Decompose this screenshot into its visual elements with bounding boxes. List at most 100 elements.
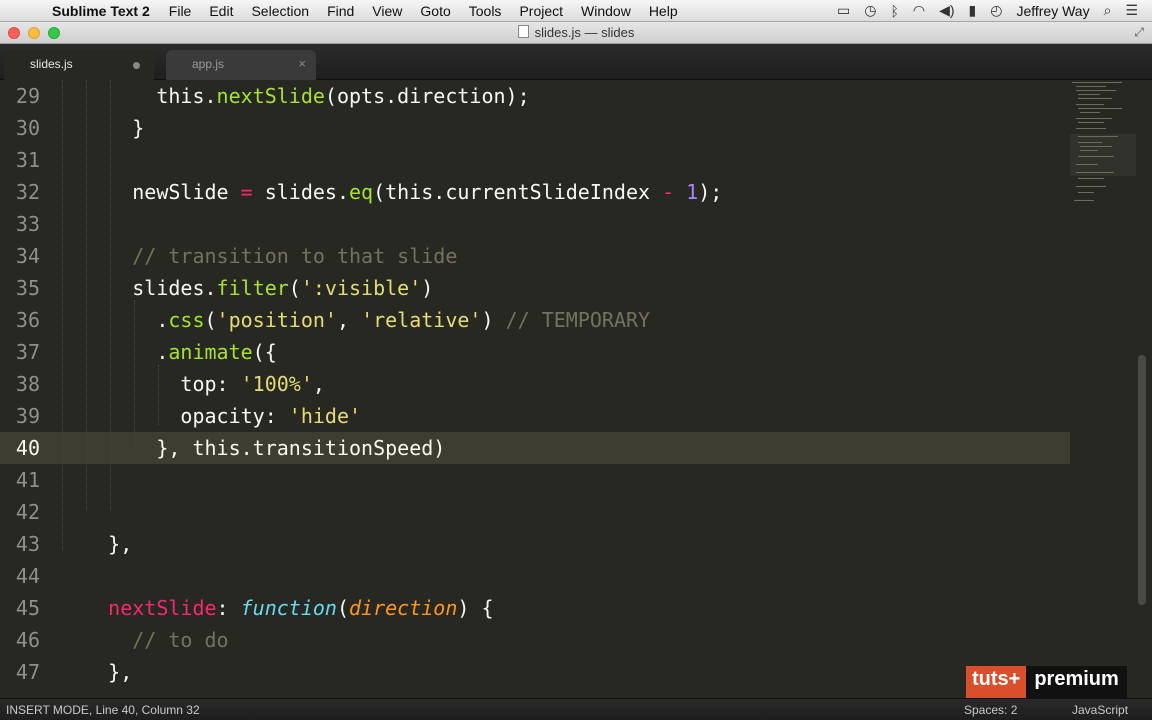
menu-tray: ▭ ◷ ᛒ ◠ ◀) ▮ ◴ Jeffrey Way ⌕ ☰ <box>837 2 1152 19</box>
minimap-line <box>1072 82 1122 83</box>
line-number: 37 <box>15 340 40 364</box>
minimap-line <box>1078 136 1118 137</box>
line-number: 34 <box>15 244 40 268</box>
menu-goto[interactable]: Goto <box>411 3 459 19</box>
menu-window[interactable]: Window <box>572 3 640 19</box>
code-line-39: opacity: 'hide' <box>60 404 362 428</box>
tab-label: slides.js <box>30 57 73 71</box>
line-number: 29 <box>15 84 40 108</box>
minimap-line <box>1078 142 1102 143</box>
menu-app-name[interactable]: Sublime Text 2 <box>34 3 160 19</box>
code-line-32: newSlide = slides.eq(this.currentSlideIn… <box>60 180 723 204</box>
tab-close-icon[interactable]: × <box>298 56 306 71</box>
menu-edit[interactable]: Edit <box>200 3 242 19</box>
minimap-line <box>1078 122 1104 123</box>
line-number: 38 <box>15 372 40 396</box>
bluetooth-icon[interactable]: ᛒ <box>890 3 898 19</box>
fullscreen-icon[interactable]: ⤢ <box>1134 25 1144 40</box>
tab-app-js[interactable]: app.js × <box>166 50 316 80</box>
minimap[interactable] <box>1070 80 1136 220</box>
minimap-line <box>1078 192 1094 193</box>
line-number: 35 <box>15 276 40 300</box>
code-line-36: .css('position', 'relative') // TEMPORAR… <box>60 308 651 332</box>
user-name[interactable]: Jeffrey Way <box>1016 3 1089 19</box>
window-title-text: slides.js — slides <box>534 25 635 40</box>
line-number: 47 <box>15 660 40 684</box>
minimap-line <box>1074 200 1094 201</box>
battery-icon[interactable]: ▮ <box>969 2 977 19</box>
document-icon <box>517 25 529 38</box>
minimap-line <box>1076 172 1114 173</box>
code-line-37: .animate({ <box>60 340 277 364</box>
line-number: 45 <box>15 596 40 620</box>
tab-slides-js[interactable]: slides.js <box>4 50 154 80</box>
code-line-30: } <box>60 116 145 140</box>
tab-label: app.js <box>192 57 225 71</box>
volume-icon[interactable]: ◀) <box>939 2 954 19</box>
indentation-setting[interactable]: Spaces: 2 <box>964 703 1017 717</box>
minimap-line <box>1076 186 1106 187</box>
clock-icon[interactable]: ◴ <box>990 2 1002 19</box>
minimap-line <box>1078 178 1104 179</box>
line-number: 30 <box>15 116 40 140</box>
minimap-line <box>1078 98 1112 99</box>
minimap-line <box>1078 156 1114 157</box>
syntax-selector[interactable]: JavaScript <box>1072 703 1128 717</box>
code-line-46: // to do <box>132 628 229 652</box>
line-number: 43 <box>15 532 40 556</box>
line-number: 41 <box>15 468 40 492</box>
unsaved-dot-icon[interactable] <box>133 62 140 69</box>
minimap-line <box>1076 90 1116 91</box>
menu-view[interactable]: View <box>363 3 411 19</box>
menu-find[interactable]: Find <box>318 3 363 19</box>
code-editor[interactable]: 29 30 31 32 33 34 35 36 37 38 39 40 41 4… <box>0 80 1152 698</box>
line-number: 32 <box>15 180 40 204</box>
minimap-line <box>1076 118 1112 119</box>
window-title-bar: slides.js — slides ⤢ <box>0 22 1152 44</box>
menu-tools[interactable]: Tools <box>460 3 511 19</box>
window-title: slides.js — slides <box>0 25 1152 40</box>
vertical-scrollbar[interactable] <box>1138 355 1146 605</box>
line-number: 33 <box>15 212 40 236</box>
minimap-line <box>1080 112 1100 113</box>
minimap-line <box>1080 146 1112 147</box>
minimap-line <box>1076 164 1098 165</box>
line-number-gutter: 29 30 31 32 33 34 35 36 37 38 39 40 41 4… <box>0 80 52 698</box>
minimap-line <box>1076 104 1104 105</box>
status-mode-position: INSERT MODE, Line 40, Column 32 <box>6 703 200 717</box>
line-number-current: 40 <box>15 436 40 460</box>
code-line-40: }, this.transitionSpeed) <box>60 436 446 460</box>
code-line-38: top: '100%', <box>60 372 325 396</box>
line-number: 44 <box>15 564 40 588</box>
menu-help[interactable]: Help <box>640 3 687 19</box>
menu-project[interactable]: Project <box>510 3 572 19</box>
time-machine-icon[interactable]: ◷ <box>864 2 876 19</box>
code-line-43: }, <box>60 532 133 556</box>
line-number: 36 <box>15 308 40 332</box>
notification-list-icon[interactable]: ☰ <box>1125 2 1138 19</box>
code-line-34: // transition to that slide <box>132 244 458 268</box>
code-line-45: nextSlide: function(direction) { <box>108 596 494 620</box>
code-line-47: }, <box>60 660 133 684</box>
line-number: 42 <box>15 500 40 524</box>
code-line-35: slides.filter(':visible') <box>60 276 434 300</box>
tuts-premium-watermark: tuts+ premium <box>966 666 1127 698</box>
minimap-line <box>1076 86 1106 87</box>
watermark-tuts: tuts+ <box>966 666 1027 698</box>
airplay-icon[interactable]: ▭ <box>837 2 850 19</box>
watermark-premium: premium <box>1026 666 1127 698</box>
status-bar: INSERT MODE, Line 40, Column 32 Spaces: … <box>0 698 1152 720</box>
spotlight-search-icon[interactable]: ⌕ <box>1104 2 1112 19</box>
menu-bar: Sublime Text 2 File Edit Selection Find … <box>0 0 1152 22</box>
code-line-29: this.nextSlide(opts.direction); <box>60 84 530 108</box>
wifi-icon[interactable]: ◠ <box>913 2 925 19</box>
minimap-line <box>1078 94 1100 95</box>
menu-selection[interactable]: Selection <box>242 3 318 19</box>
menu-file[interactable]: File <box>160 3 201 19</box>
line-number: 39 <box>15 404 40 428</box>
minimap-line <box>1080 150 1098 151</box>
minimap-line <box>1078 108 1122 109</box>
line-number: 46 <box>15 628 40 652</box>
minimap-line <box>1076 128 1106 129</box>
line-number: 31 <box>15 148 40 172</box>
